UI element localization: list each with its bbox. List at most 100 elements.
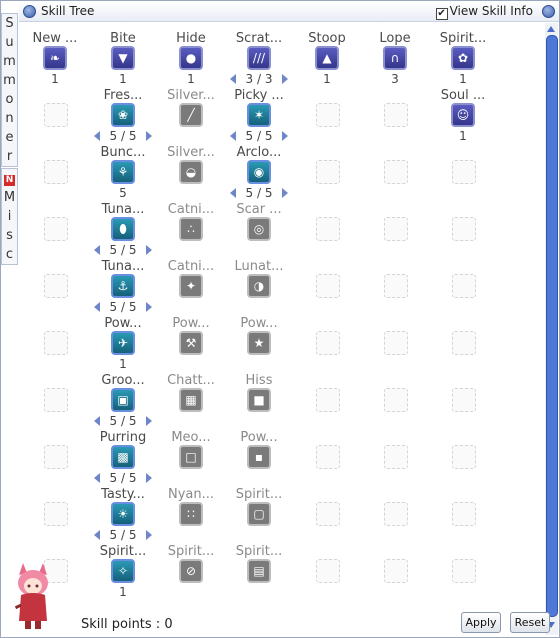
skill-icon[interactable]: □ (179, 445, 203, 469)
skill-cell[interactable]: Nyan... ∷ (157, 477, 225, 534)
skill-cell[interactable]: Tasty... ☀ 5 / 5 (89, 477, 157, 542)
skill-icon[interactable]: ⚓ (111, 274, 135, 298)
skill-icon[interactable]: ▪ (247, 445, 271, 469)
skill-icon[interactable]: ◑ (247, 274, 271, 298)
skill-icon[interactable]: ∷ (179, 502, 203, 526)
skill-icon[interactable]: ◒ (179, 160, 203, 184)
skill-icon[interactable]: ∩ (383, 46, 407, 70)
skill-cell[interactable]: Scrat...///3 / 3 (225, 21, 293, 86)
skill-icon[interactable]: ╱ (179, 103, 203, 127)
skill-cell[interactable]: Bite ▼ 1 (89, 21, 157, 86)
skill-cell[interactable]: Catni... ✦ (157, 249, 225, 306)
close-button[interactable] (542, 5, 555, 18)
skill-name: Lope (379, 32, 411, 46)
skill-glyph-icon: ∷ (187, 507, 195, 521)
skill-cell[interactable]: Picky ... ✶ 5 / 5 (225, 78, 293, 143)
empty-skill-slot (429, 135, 497, 192)
skill-icon[interactable]: ◉ (247, 160, 271, 184)
skill-icon[interactable]: ▩ (111, 445, 135, 469)
reset-button[interactable]: Reset (510, 612, 550, 633)
skill-icon[interactable]: ∴ (179, 217, 203, 241)
skill-cell[interactable]: Spirit... ✿ 1 (429, 21, 497, 86)
skill-icon[interactable]: ⬮ (111, 217, 135, 241)
skill-cell[interactable]: Spirit... ▢ (225, 477, 293, 534)
empty-skill-slot (293, 477, 361, 534)
empty-slot-frame (384, 274, 408, 298)
skill-icon[interactable]: ✿ (451, 46, 475, 70)
skill-glyph-icon: ❀ (117, 108, 129, 122)
skill-icon[interactable]: ★ (247, 331, 271, 355)
skill-cell[interactable]: Pow... ⚒ (157, 306, 225, 363)
skill-cell[interactable]: Lope ∩ 3 (361, 21, 429, 86)
skill-icon[interactable]: ☀ (111, 502, 135, 526)
skill-cell[interactable]: Spirit... ✧ 1 (89, 534, 157, 599)
scroll-thumb[interactable] (546, 35, 558, 617)
skill-icon[interactable]: ▼ (111, 46, 135, 70)
empty-slot-frame (384, 160, 408, 184)
window-menu-icon[interactable] (23, 5, 36, 18)
skill-cell[interactable]: Tuna... ⬮ 5 / 5 (89, 192, 157, 257)
skill-icon[interactable]: ◎ (247, 217, 271, 241)
skill-icon[interactable]: ✧ (111, 559, 135, 583)
skill-icon[interactable]: ❧ (43, 46, 67, 70)
scroll-up-arrow-icon[interactable] (545, 23, 558, 35)
skill-cell[interactable]: Purring ▩ 5 / 5 (89, 420, 157, 485)
tab-summoner[interactable]: Summoner (1, 13, 18, 167)
skill-icon[interactable]: ▣ (111, 388, 135, 412)
skill-cell[interactable]: Hiss ■ (225, 363, 293, 420)
skill-icon[interactable]: ▲ (315, 46, 339, 70)
skill-cell[interactable]: New ... ❧ 1 (21, 21, 89, 86)
skill-glyph-icon: ▢ (253, 507, 265, 521)
empty-skill-slot (361, 363, 429, 420)
skill-name: Pow... (104, 317, 142, 331)
empty-skill-slot (429, 192, 497, 249)
skill-icon[interactable]: ■ (247, 388, 271, 412)
skill-cell[interactable]: Catni... ∴ (157, 192, 225, 249)
skill-cell[interactable]: Fres... ❀ 5 / 5 (89, 78, 157, 143)
skill-cell[interactable]: Meo... □ (157, 420, 225, 477)
skill-cell[interactable]: Bunc... ⚘ 5 (89, 135, 157, 200)
skill-glyph-icon: ⚓ (117, 279, 129, 293)
skill-cell[interactable]: Pow... ★ (225, 306, 293, 363)
skill-icon[interactable]: ● (179, 46, 203, 70)
view-skill-info-toggle[interactable]: ✔ View Skill Info (435, 4, 533, 20)
skill-cell[interactable]: Pow... ✈ 1 (89, 306, 157, 371)
skill-cell[interactable]: Chatt... ▦ (157, 363, 225, 420)
skill-icon[interactable]: ✈ (111, 331, 135, 355)
skill-cell[interactable]: Silver... ╱ (157, 78, 225, 135)
skill-icon[interactable]: ✦ (179, 274, 203, 298)
skill-cell[interactable]: Stoop ▲ 1 (293, 21, 361, 86)
title-bar[interactable]: Skill Tree ✔ View Skill Info (19, 1, 559, 22)
skill-icon[interactable]: ✶ (247, 103, 271, 127)
skill-icon[interactable]: ▢ (247, 502, 271, 526)
skill-icon[interactable]: ⊘ (179, 559, 203, 583)
skill-icon[interactable]: ▤ (247, 559, 271, 583)
skill-cell[interactable]: Soul ... ☺ 1 (429, 78, 497, 143)
skill-icon[interactable]: ⚒ (179, 331, 203, 355)
skill-icon[interactable]: ❀ (111, 103, 135, 127)
scrollbar[interactable] (545, 23, 558, 635)
empty-slot-frame (452, 160, 476, 184)
empty-skill-slot (293, 306, 361, 363)
skill-cell[interactable]: Silver... ◒ (157, 135, 225, 192)
skill-icon[interactable]: /// (247, 46, 271, 70)
tab-misc[interactable]: NMisc (1, 168, 18, 265)
apply-button[interactable]: Apply (461, 612, 501, 633)
skill-cell[interactable]: Spirit... ⊘ (157, 534, 225, 591)
skill-cell[interactable]: Tuna... ⚓ 5 / 5 (89, 249, 157, 314)
empty-slot-frame (44, 160, 68, 184)
skill-cell[interactable]: Arclo... ◉ 5 / 5 (225, 135, 293, 200)
skill-cell[interactable]: Spirit... ▤ (225, 534, 293, 591)
skill-cell[interactable]: Scar ... ◎ (225, 192, 293, 249)
empty-slot-frame (316, 160, 340, 184)
skill-cell[interactable]: Lunat... ◑ (225, 249, 293, 306)
checkbox-icon[interactable]: ✔ (435, 8, 448, 20)
skill-cell[interactable]: Pow... ▪ (225, 420, 293, 477)
skill-icon[interactable]: ☺ (451, 103, 475, 127)
skill-glyph-icon: ▩ (117, 450, 129, 464)
skill-icon[interactable]: ▦ (179, 388, 203, 412)
skill-icon[interactable]: ⚘ (111, 160, 135, 184)
skill-cell[interactable]: Hide ● 1 (157, 21, 225, 86)
empty-slot-frame (452, 445, 476, 469)
skill-cell[interactable]: Groo... ▣ 5 / 5 (89, 363, 157, 428)
